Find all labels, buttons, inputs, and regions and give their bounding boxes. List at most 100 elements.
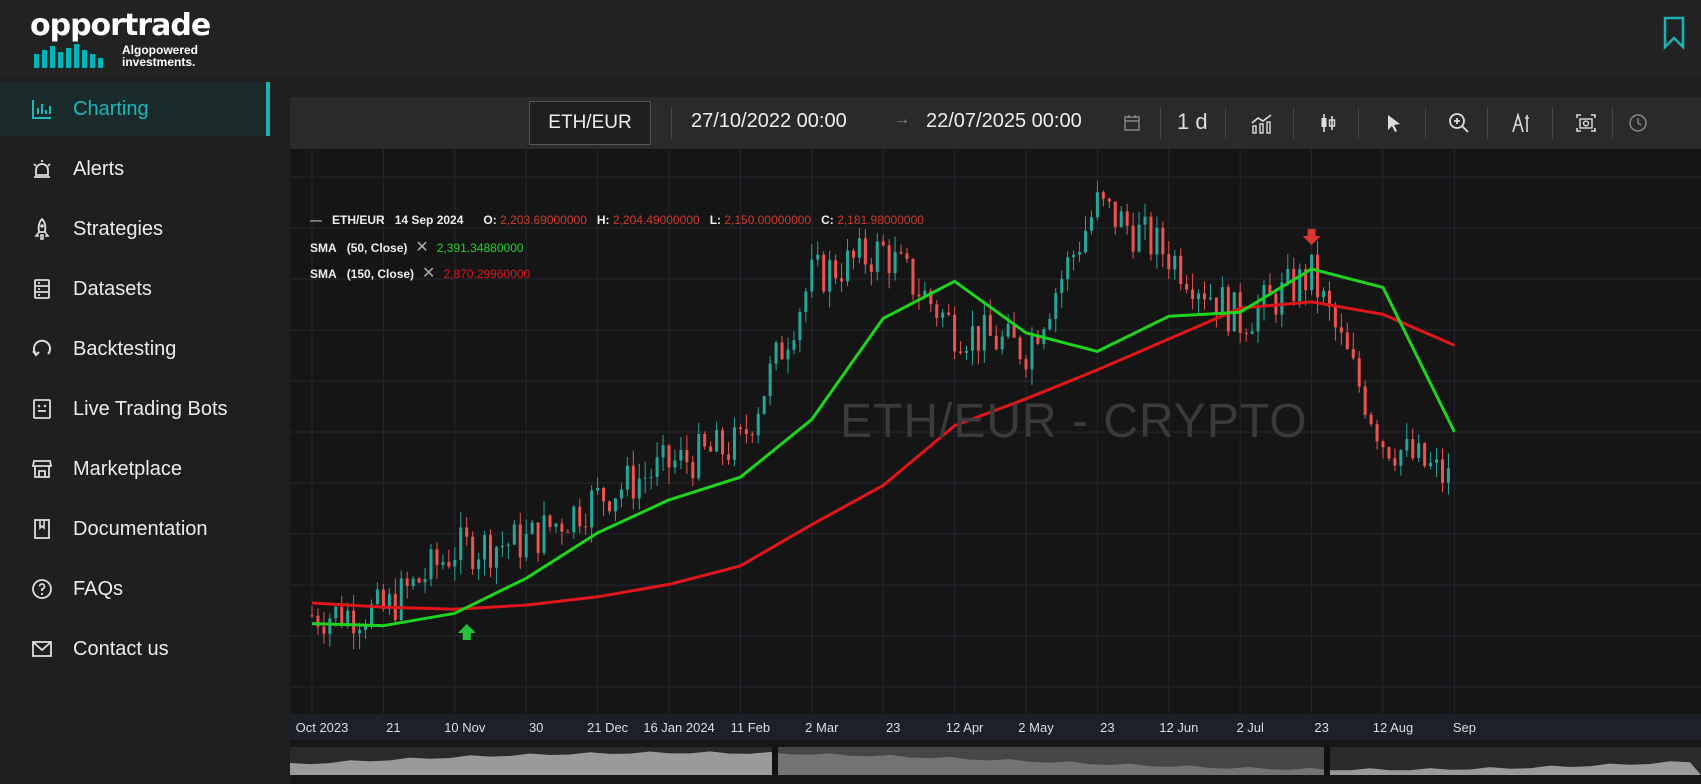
symbol-selector[interactable]: ETH/EUR: [529, 101, 651, 145]
cursor-icon[interactable]: [1380, 109, 1408, 137]
navigator-selection[interactable]: [776, 747, 1326, 775]
sidebar-item-live-trading-bots[interactable]: Live Trading Bots: [0, 382, 270, 436]
candle-body: [715, 430, 719, 452]
candle-body: [988, 314, 992, 336]
candle-body: [310, 615, 314, 617]
sidebar-item-datasets[interactable]: Datasets: [0, 262, 270, 316]
x-axis-tick: 23: [1100, 720, 1115, 735]
toolbar-divider: [1612, 107, 1613, 139]
candle-body: [429, 549, 433, 580]
robot-icon: [33, 399, 51, 419]
sma-150-value: 2,870.29960000: [443, 267, 531, 281]
candle-body: [1399, 450, 1403, 466]
candle-body: [649, 476, 653, 478]
navigator-chart[interactable]: [290, 747, 1701, 775]
sidebar-item-label: FAQs: [73, 577, 124, 600]
candle-body: [828, 260, 832, 292]
candle-body: [804, 291, 808, 313]
sidebar-item-faqs[interactable]: FAQs: [0, 562, 270, 616]
candle-body: [816, 254, 820, 260]
zoom-in-icon[interactable]: [1445, 109, 1473, 137]
candle-body: [613, 498, 617, 512]
sidebar-item-charting[interactable]: Charting: [0, 82, 270, 136]
candle-body: [477, 559, 481, 569]
legend-ohlc: — ETH/EUR 14 Sep 2024 O: 2,203.69000000 H…: [310, 213, 924, 227]
candle-body: [417, 578, 421, 583]
x-axis[interactable]: Oct 2023 21 10 Nov 30 21 Dec 16 Jan 2024 11 Fe…: [290, 714, 1701, 740]
candle-body: [1423, 443, 1427, 467]
candle-body: [953, 314, 957, 352]
x-axis-tick: 23: [1314, 720, 1329, 735]
candle-body: [1411, 439, 1415, 459]
toolbar-divider: [1293, 107, 1294, 139]
drawing-tools-icon[interactable]: [1507, 109, 1535, 137]
interval-selector[interactable]: 1 d: [1177, 109, 1208, 135]
candle-body: [1089, 217, 1093, 231]
sidebar-item-label: Documentation: [73, 517, 208, 540]
brand-logo[interactable]: opportrade Algopowered investments.: [30, 8, 211, 68]
sidebar-item-label: Charting: [73, 97, 149, 120]
candle-body: [1066, 257, 1070, 279]
sidebar-item-strategies[interactable]: Strategies: [0, 202, 270, 256]
start-date-input[interactable]: 27/10/2022 00:00: [691, 110, 847, 133]
candle-body: [970, 326, 974, 351]
candle-body: [1339, 327, 1343, 333]
candle-body: [1143, 216, 1147, 225]
x-axis-tick: 21 Dec: [586, 720, 629, 735]
candle-body: [947, 312, 951, 315]
candle-body: [667, 445, 671, 468]
candle-body: [1393, 458, 1397, 466]
sidebar-item-contact-us[interactable]: Contact us: [0, 622, 270, 676]
x-axis-tick: 21: [386, 720, 401, 735]
candle-body: [899, 251, 903, 254]
bookmark-icon[interactable]: [1662, 16, 1686, 51]
candle-body: [364, 626, 368, 630]
candle-body: [602, 487, 606, 502]
candle-body: [697, 433, 701, 479]
candle-body: [1435, 459, 1439, 463]
candle-body: [661, 445, 665, 458]
calendar-icon[interactable]: [1118, 109, 1146, 137]
screenshot-icon[interactable]: [1572, 109, 1600, 137]
candle-body: [1095, 192, 1099, 218]
clock-icon[interactable]: [1624, 109, 1652, 137]
mail-icon: [32, 641, 52, 657]
candle-body: [905, 253, 909, 259]
remove-sma-50-icon[interactable]: ✕: [415, 239, 428, 256]
candle-body: [935, 304, 939, 318]
end-date-input[interactable]: 22/07/2025 00:00: [926, 110, 1082, 133]
sidebar-item-documentation[interactable]: Documentation: [0, 502, 270, 556]
candle-body: [750, 434, 754, 436]
candle-body: [1446, 468, 1450, 483]
candle-body: [721, 430, 725, 455]
candle-body: [846, 250, 849, 282]
remove-sma-150-icon[interactable]: ✕: [422, 265, 435, 282]
candle-body: [869, 264, 873, 272]
toolbar-divider: [1358, 107, 1359, 139]
candle-body: [358, 629, 362, 634]
legend-sma-50: SMA (50, Close) ✕ 2,391.34880000: [310, 237, 524, 257]
x-axis-tick: 2 Mar: [805, 720, 839, 735]
candle-body: [887, 245, 891, 274]
navigator-right-handle[interactable]: [1324, 747, 1330, 775]
sidebar-item-alerts[interactable]: Alerts: [0, 142, 270, 196]
price-chart[interactable]: ETH/EUR - CRYPTO — ETH/EUR 14 Sep 2024 O:…: [290, 149, 1701, 714]
candle-body: [548, 515, 552, 527]
navigator-left-handle[interactable]: [772, 747, 778, 775]
store-icon: [31, 460, 53, 478]
candle-body: [1113, 201, 1117, 228]
candle-body: [994, 335, 998, 350]
candle-body: [566, 531, 570, 533]
candle-body: [1048, 318, 1052, 330]
candlestick-icon[interactable]: [1314, 109, 1342, 137]
candle-body: [911, 258, 915, 295]
x-axis-tick: Sep: [1452, 720, 1476, 735]
candle-body: [411, 578, 415, 586]
buy-signal-arrow: [457, 624, 476, 640]
sidebar-item-marketplace[interactable]: Marketplace: [0, 442, 270, 496]
candle-body: [447, 561, 451, 567]
sidebar-item-backtesting[interactable]: Backtesting: [0, 322, 270, 376]
indicators-icon[interactable]: [1248, 109, 1276, 137]
candle-body: [756, 413, 760, 436]
range-navigator[interactable]: [290, 747, 1701, 775]
